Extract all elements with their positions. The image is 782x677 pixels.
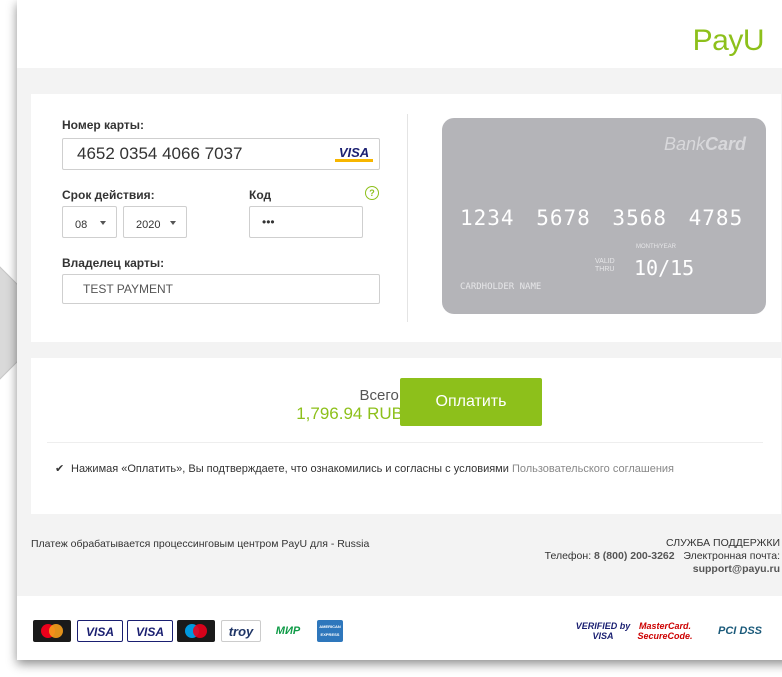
card-form: Номер карты: 4652 0354 4066 7037 VISA Ср… (31, 94, 781, 342)
card-brand: BankCard (663, 134, 746, 154)
mir-icon: МИР (267, 620, 309, 642)
verified-by-visa-icon: VERIFIED by VISA (575, 621, 631, 641)
header: PayU (17, 0, 782, 68)
visa-icon: VISA (335, 146, 373, 162)
help-icon[interactable]: ? (365, 186, 379, 200)
cvv-label: Код (249, 188, 272, 202)
payment-panel: Всего: 1,796.94 RUB Оплатить ✔ Нажимая «О… (31, 358, 781, 514)
chevron-down-icon (100, 221, 106, 225)
payment-window: PayU Номер карты: 4652 0354 4066 7037 VI… (17, 0, 782, 660)
chevron-down-icon (170, 221, 176, 225)
card-preview-month-year: MONTH/YEAR (636, 244, 677, 250)
support-email[interactable]: support@payu.ru (545, 563, 780, 576)
year-select[interactable]: 2020 (123, 206, 187, 238)
owner-label: Владелец карты: (62, 256, 165, 270)
user-agreement-link[interactable]: Пользовательского соглашения (512, 463, 674, 475)
pci-dss-icon: PCI DSS (717, 625, 762, 637)
card-preview-expiry: 10/15 (634, 256, 695, 280)
card-preview-valid-thru: VALID THRU (595, 258, 615, 273)
total-amount: 1,796.94 RUB (296, 404, 403, 423)
mastercard-securecode-icon: MasterCard. SecureCode. (637, 621, 693, 641)
expiry-label: Срок действия: (62, 188, 155, 202)
cvv-input[interactable]: ••• (249, 206, 363, 238)
support-title: СЛУЖБА ПОДДЕРЖКИ (665, 537, 780, 549)
card-preview: BankCard 1234 5678 3568 4785 MONTH/YEAR … (442, 118, 766, 314)
support-phone: Телефон: 8 (800) 200-3262 Электронная по… (544, 550, 780, 562)
visa-electron-icon: VISA (127, 620, 173, 642)
total-label: Всего: (359, 387, 404, 404)
month-select[interactable]: 08 (62, 206, 117, 238)
card-preview-number: 1234 5678 3568 4785 (460, 206, 744, 230)
agreement: ✔ Нажимая «Оплатить», Вы подтверждаете, ч… (55, 460, 745, 478)
agreement-checkbox[interactable]: ✔ (55, 460, 67, 478)
processing-info: Платеж обрабатывается процессинговым цен… (31, 538, 370, 550)
card-preview-holder: CARDHOLDER NAME (460, 282, 542, 292)
form-divider (407, 114, 408, 322)
troy-icon: troy (221, 620, 261, 642)
mastercard-icon (33, 620, 71, 642)
card-number-input[interactable]: 4652 0354 4066 7037 VISA (62, 138, 380, 170)
pay-button[interactable]: Оплатить (400, 378, 542, 426)
payment-logos-bar: VISA VISA troy МИР AMERICAN EXPRESS VERI… (17, 596, 782, 660)
payment-divider (47, 442, 763, 443)
visa-icon: VISA (77, 620, 123, 642)
card-number-label: Номер карты: (62, 118, 145, 132)
support-info: СЛУЖБА ПОДДЕРЖКИ Телефон: 8 (800) 200-32… (545, 537, 780, 576)
maestro-icon (177, 620, 215, 642)
payu-logo: PayU (692, 24, 765, 57)
owner-input[interactable]: TEST PAYMENT (62, 274, 380, 304)
amex-icon: AMERICAN EXPRESS (317, 620, 343, 642)
